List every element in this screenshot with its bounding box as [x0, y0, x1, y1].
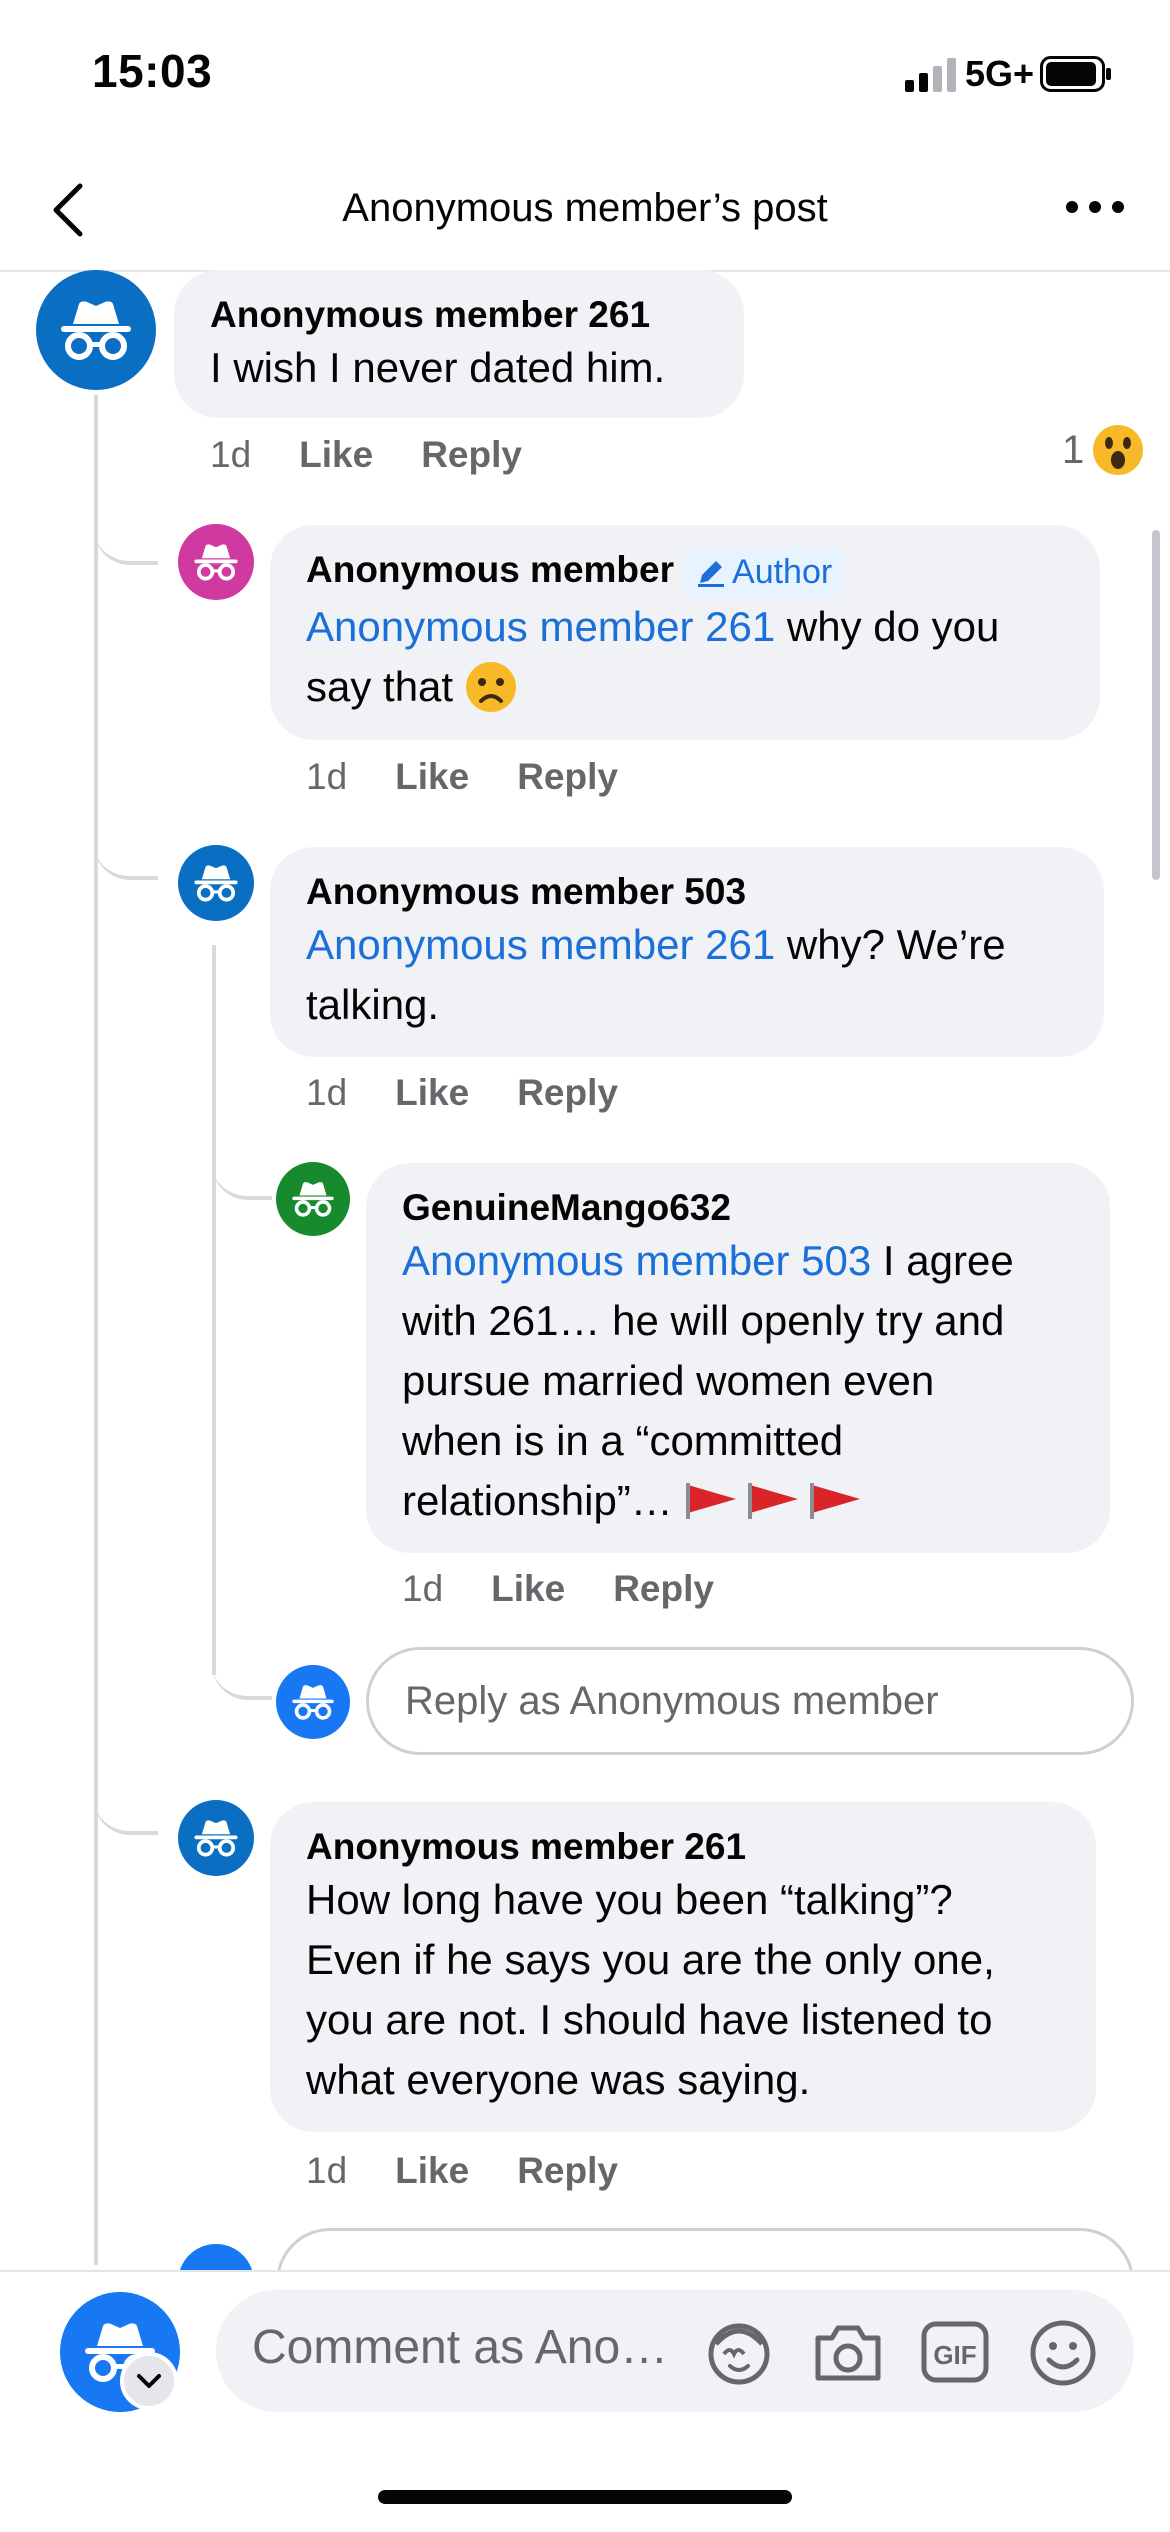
comment-author[interactable]: Anonymous member 261: [306, 1824, 1060, 1870]
comment-meta: 1d Like Reply: [402, 1568, 714, 1610]
comment-text: you are not. I should have listened to: [306, 1996, 993, 2043]
comment-author[interactable]: Anonymous member 261: [210, 292, 708, 338]
like-button[interactable]: Like: [395, 756, 469, 798]
avatar[interactable]: [178, 1800, 254, 1876]
comment-time[interactable]: 1d: [306, 1072, 347, 1114]
reaction-count: 1: [1062, 427, 1085, 472]
comment-text: Even if he says you are the only one,: [306, 1936, 995, 1983]
comment-text: I agree: [871, 1237, 1014, 1284]
comment-time[interactable]: 1d: [402, 1568, 443, 1610]
more-options-icon[interactable]: [1060, 190, 1130, 224]
like-button[interactable]: Like: [491, 1568, 565, 1610]
like-button[interactable]: Like: [395, 2150, 469, 2192]
thread-branch: [94, 820, 158, 880]
svg-text:GIF: GIF: [933, 2340, 976, 2370]
page-title: Anonymous member’s post: [342, 186, 828, 230]
incognito-icon: [194, 865, 238, 902]
red-flag-icon: [748, 1483, 799, 1519]
pencil-icon: [698, 561, 725, 588]
reply-button[interactable]: Reply: [613, 1568, 714, 1610]
comment-meta: 1d Like Reply: [306, 2150, 618, 2192]
comment-text: pursue married women even: [402, 1357, 935, 1404]
chevron-down-icon[interactable]: [120, 2352, 178, 2410]
incognito-icon: [194, 1820, 238, 1857]
reply-button[interactable]: Reply: [517, 1072, 618, 1114]
emoji-icon[interactable]: [1028, 2318, 1098, 2388]
comment-meta: 1d Like Reply: [306, 756, 618, 798]
comment-author[interactable]: Anonymous member 503: [306, 869, 1068, 915]
status-time: 15:03: [92, 45, 213, 97]
red-flag-icon: [686, 1483, 737, 1519]
avatar: [276, 1665, 350, 1739]
avatar[interactable]: [276, 1162, 350, 1236]
worried-face-emoji-icon: [465, 662, 516, 713]
comment-bubble[interactable]: Anonymous member 503 Anonymous member 26…: [270, 847, 1104, 1057]
red-flag-icon: [810, 1483, 861, 1519]
mention-link[interactable]: Anonymous member 261: [306, 603, 775, 650]
thread-line-main: [94, 395, 98, 2265]
comment-author[interactable]: GenuineMango632: [402, 1185, 1090, 1231]
comment-bubble[interactable]: Anonymous member 261 I wish I never date…: [174, 270, 744, 418]
comment-time[interactable]: 1d: [210, 434, 251, 476]
comment-text: with 261… he will openly try and: [402, 1297, 1005, 1344]
comment-text: talking.: [306, 981, 440, 1028]
thread-branch: [94, 505, 158, 565]
comment-meta: 1d Like Reply: [210, 434, 522, 476]
comment-author[interactable]: Anonymous member: [306, 549, 674, 590]
scrollbar[interactable]: [1152, 530, 1160, 880]
incognito-icon: [61, 301, 131, 360]
comment-meta: 1d Like Reply: [306, 1072, 618, 1114]
thread-line-nested: [212, 945, 216, 1675]
incognito-icon: [292, 1685, 334, 1720]
reply-input[interactable]: Reply as Anonymous member: [366, 1647, 1134, 1755]
mention-link[interactable]: Anonymous member 503: [402, 1237, 871, 1284]
mention-link[interactable]: Anonymous member 261: [306, 921, 775, 968]
comment-text: what everyone was saying.: [306, 2056, 811, 2103]
home-indicator[interactable]: [378, 2490, 792, 2504]
reply-button[interactable]: Reply: [517, 756, 618, 798]
comment-text: relationship”…: [402, 1477, 685, 1524]
incognito-icon: [292, 1182, 334, 1217]
reply-button[interactable]: Reply: [421, 434, 522, 476]
signal-strength-icon: [905, 58, 956, 92]
wow-emoji-icon: [1093, 425, 1144, 475]
camera-icon[interactable]: [812, 2320, 884, 2384]
thread-branch: [212, 1640, 272, 1700]
comment-time[interactable]: 1d: [306, 756, 347, 798]
comment-text: why? We’re: [775, 921, 1006, 968]
avatar-sticker-icon[interactable]: [702, 2318, 776, 2388]
author-badge-label: Author: [732, 553, 833, 592]
reply-input-placeholder: Reply as Anonymous member: [405, 1678, 939, 1723]
reply-button[interactable]: Reply: [517, 2150, 618, 2192]
avatar[interactable]: [178, 524, 254, 600]
avatar[interactable]: [36, 270, 156, 390]
comment-text: I wish I never dated him.: [210, 344, 666, 391]
reaction-summary[interactable]: 1: [1062, 424, 1144, 476]
thread-branch: [212, 1140, 272, 1200]
comment-bubble[interactable]: Anonymous member 261 How long have you b…: [270, 1802, 1096, 2132]
gif-icon[interactable]: GIF: [920, 2320, 990, 2384]
avatar[interactable]: [178, 845, 254, 921]
author-badge: Author: [684, 547, 845, 598]
comment-text: say that: [306, 663, 465, 711]
battery-icon: [1040, 56, 1111, 92]
like-button[interactable]: Like: [299, 434, 373, 476]
comment-input-placeholder: Comment as Ano…: [252, 2321, 669, 2374]
incognito-icon: [194, 544, 238, 581]
comment-time[interactable]: 1d: [306, 2150, 347, 2192]
comment-bubble[interactable]: Anonymous member Author Anonymous member …: [270, 525, 1100, 740]
comment-text: why do you: [775, 603, 1000, 651]
like-button[interactable]: Like: [395, 1072, 469, 1114]
comment-text: How long have you been “talking”?: [306, 1876, 953, 1923]
comment-bubble[interactable]: GenuineMango632 Anonymous member 503 I a…: [366, 1163, 1110, 1553]
thread-branch: [94, 1775, 158, 1835]
network-label: 5G+: [965, 53, 1035, 94]
comment-text: when is in a “committed: [402, 1417, 844, 1464]
